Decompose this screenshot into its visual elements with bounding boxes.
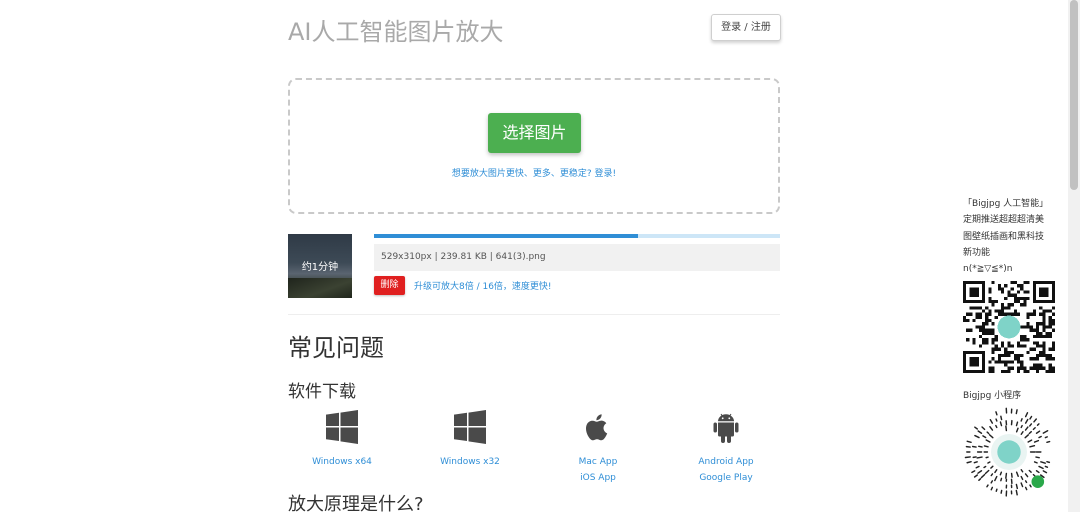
progress-fill — [374, 234, 638, 238]
faq-heading: 常见问题 — [288, 328, 384, 363]
sidebar-promo: 「Bigjpg 人工智能」 定期推送超超超清美 图壁纸插画和黑科技 新功能 n(… — [963, 196, 1063, 277]
wechat-qr-code — [963, 281, 1055, 373]
wechat-promo-text: 「Bigjpg 人工智能」 定期推送超超超清美 图壁纸插画和黑科技 新功能 n(… — [963, 196, 1063, 277]
select-image-button[interactable]: 选择图片 — [488, 113, 581, 153]
windows-icon — [325, 410, 359, 444]
google-play-link[interactable]: Google Play — [672, 470, 780, 486]
windows-icon — [453, 410, 487, 444]
download-android: Android App Google Play — [672, 410, 780, 486]
windows-x32-link[interactable]: Windows x32 — [416, 454, 524, 470]
site-title: AI人工智能图片放大 — [288, 12, 504, 47]
mac-app-link[interactable]: Mac App — [544, 454, 652, 470]
estimated-time-label: 约1分钟 — [288, 258, 352, 273]
upload-drop-zone[interactable]: 选择图片 想要放大图片更快、更多、更稳定? 登录! — [288, 78, 780, 214]
mini-program-label: Bigjpg 小程序 — [963, 388, 1021, 401]
file-info: 529x310px | 239.81 KB | 641(3).png — [374, 244, 780, 271]
delete-button[interactable]: 删除 — [374, 276, 405, 295]
principle-heading: 放大原理是什么? — [288, 490, 424, 516]
android-icon — [709, 410, 743, 444]
login-promo-link[interactable]: 想要放大图片更快、更多、更稳定? 登录! — [290, 166, 778, 179]
software-download-heading: 软件下载 — [288, 377, 356, 402]
page-scrollbar[interactable] — [1068, 0, 1080, 512]
download-windows-x64: Windows x64 — [288, 410, 396, 470]
upgrade-link[interactable]: 升级可放大8倍 / 16倍，速度更快! — [414, 279, 552, 292]
ios-app-link[interactable]: iOS App — [544, 470, 652, 486]
download-windows-x32: Windows x32 — [416, 410, 524, 470]
scrollbar-thumb[interactable] — [1070, 0, 1078, 190]
android-app-link[interactable]: Android App — [672, 454, 780, 470]
windows-x64-link[interactable]: Windows x64 — [288, 454, 396, 470]
mini-program-code — [964, 407, 1054, 497]
thumbnail-road — [288, 278, 352, 298]
upload-progress-bar — [374, 234, 780, 238]
section-divider — [288, 314, 780, 315]
download-apple: Mac App iOS App — [544, 410, 652, 486]
image-thumbnail: 约1分钟 — [288, 234, 352, 298]
apple-icon — [581, 410, 615, 444]
login-register-button[interactable]: 登录 / 注册 — [711, 14, 781, 41]
